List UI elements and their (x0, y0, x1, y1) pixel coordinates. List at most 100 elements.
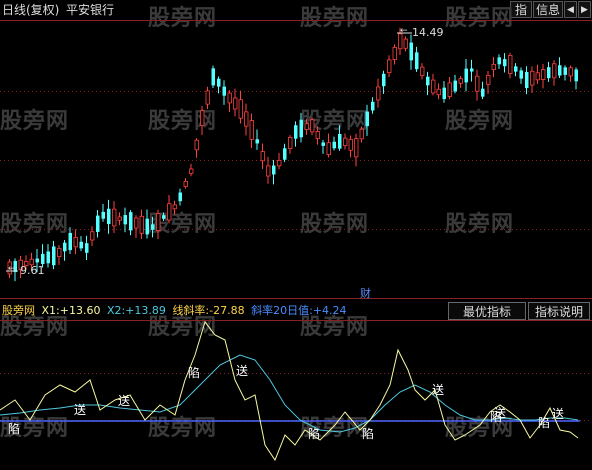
indicator-explain-button[interactable]: 指标说明 (528, 302, 590, 320)
candle-body (398, 33, 403, 50)
candlestick-series (7, 27, 578, 282)
candle-body (497, 57, 501, 65)
candle-body (574, 69, 578, 82)
candle-body (453, 80, 457, 92)
candle-body (299, 119, 303, 138)
optimal-indicator-button[interactable]: 最优指标 (448, 302, 526, 320)
candle-body (326, 142, 331, 155)
candle-body (514, 66, 518, 72)
x1-line (0, 320, 579, 462)
candle-body (409, 42, 413, 61)
candle-body (266, 165, 271, 177)
indicator-header: 股旁网 X1:+13.60 X2:+13.89 线斜率:-27.88 斜率20日… (2, 303, 350, 319)
slope-value: -27.88 (209, 304, 245, 317)
candle-body (458, 78, 463, 84)
candle-body (508, 55, 513, 74)
candle-body (392, 46, 397, 60)
candle-body (486, 74, 491, 85)
signal-sell-label: 送 (552, 407, 565, 421)
candle-body (233, 97, 238, 110)
candle-body (172, 204, 177, 210)
candle-body (90, 231, 95, 241)
slope-label: 线斜率: (172, 304, 210, 317)
candle-body (183, 181, 188, 187)
candle-body (568, 67, 573, 77)
candle-body (63, 242, 67, 252)
candle-body (283, 148, 287, 160)
candle-body (481, 88, 485, 97)
x2-label: X2: (106, 304, 126, 317)
candle-body (338, 134, 342, 149)
chart-canvas[interactable] (0, 0, 592, 470)
candle-body (387, 59, 392, 74)
candle-body (348, 138, 353, 151)
candle-body (52, 246, 56, 266)
candle-body (134, 217, 139, 229)
candle-body (436, 88, 441, 96)
candle-body (260, 151, 265, 162)
candle-body (57, 247, 62, 258)
candle-body (46, 251, 50, 264)
candle-body (101, 211, 105, 219)
indicator-name[interactable]: 股旁网 (2, 304, 35, 317)
candle-body (558, 65, 562, 76)
candle-body (426, 76, 430, 86)
high-price-label: 14.49 (412, 26, 444, 39)
x1-value: +13.60 (59, 304, 101, 317)
candle-body (194, 139, 199, 151)
candle-body (255, 139, 259, 144)
candle-body (145, 218, 149, 235)
indicator-lines (0, 320, 580, 462)
candle-body (288, 136, 293, 150)
candle-body (151, 224, 155, 230)
candle-body (178, 192, 182, 202)
candle-body (156, 213, 161, 231)
candle-body (376, 86, 381, 101)
signal-buy-label: 陷 (188, 366, 201, 380)
candle-body (310, 119, 315, 133)
arrow-left-icon: ← (400, 26, 408, 36)
candle-body (73, 237, 78, 248)
candle-body (382, 73, 386, 87)
candle-body (112, 208, 117, 227)
candle-body (205, 90, 210, 105)
low-price-label: 9.61 (20, 264, 45, 277)
candle-body (294, 125, 298, 139)
candle-body (277, 159, 282, 167)
candle-body (447, 82, 452, 97)
candle-body (227, 92, 232, 104)
candle-body (503, 59, 507, 67)
candle-body (244, 111, 249, 127)
candle-body (359, 128, 364, 140)
candle-body (162, 215, 166, 219)
candle-body (139, 215, 144, 234)
candle-body (123, 215, 127, 225)
candle-body (222, 86, 226, 96)
candle-body (475, 75, 480, 92)
candle-body (41, 253, 45, 264)
signal-buy-label: 陷 (538, 416, 551, 430)
slope20-label: 斜率20日值: (251, 304, 313, 317)
grid (0, 20, 592, 421)
candle-body (129, 212, 133, 231)
signal-buy-label: 陷 (308, 427, 321, 441)
candle-body (249, 120, 254, 140)
signal-buy-label: 陷 (362, 427, 375, 441)
finance-marker[interactable]: 财 (360, 285, 371, 301)
candle-body (415, 52, 419, 70)
signal-sell-label: 送 (74, 403, 87, 417)
candle-body (541, 69, 546, 80)
candle-body (343, 137, 348, 146)
signal-sell-label: 送 (494, 406, 507, 420)
candle-body (200, 110, 205, 126)
candle-body (563, 67, 567, 75)
x1-label: X1: (41, 304, 60, 317)
candle-body (442, 87, 446, 100)
candle-body (238, 99, 243, 119)
candle-body (217, 78, 221, 87)
candle-body (354, 138, 359, 158)
candle-body (304, 123, 309, 130)
candle-body (491, 63, 496, 71)
candle-body (420, 66, 425, 77)
signal-sell-label: 送 (236, 364, 249, 378)
